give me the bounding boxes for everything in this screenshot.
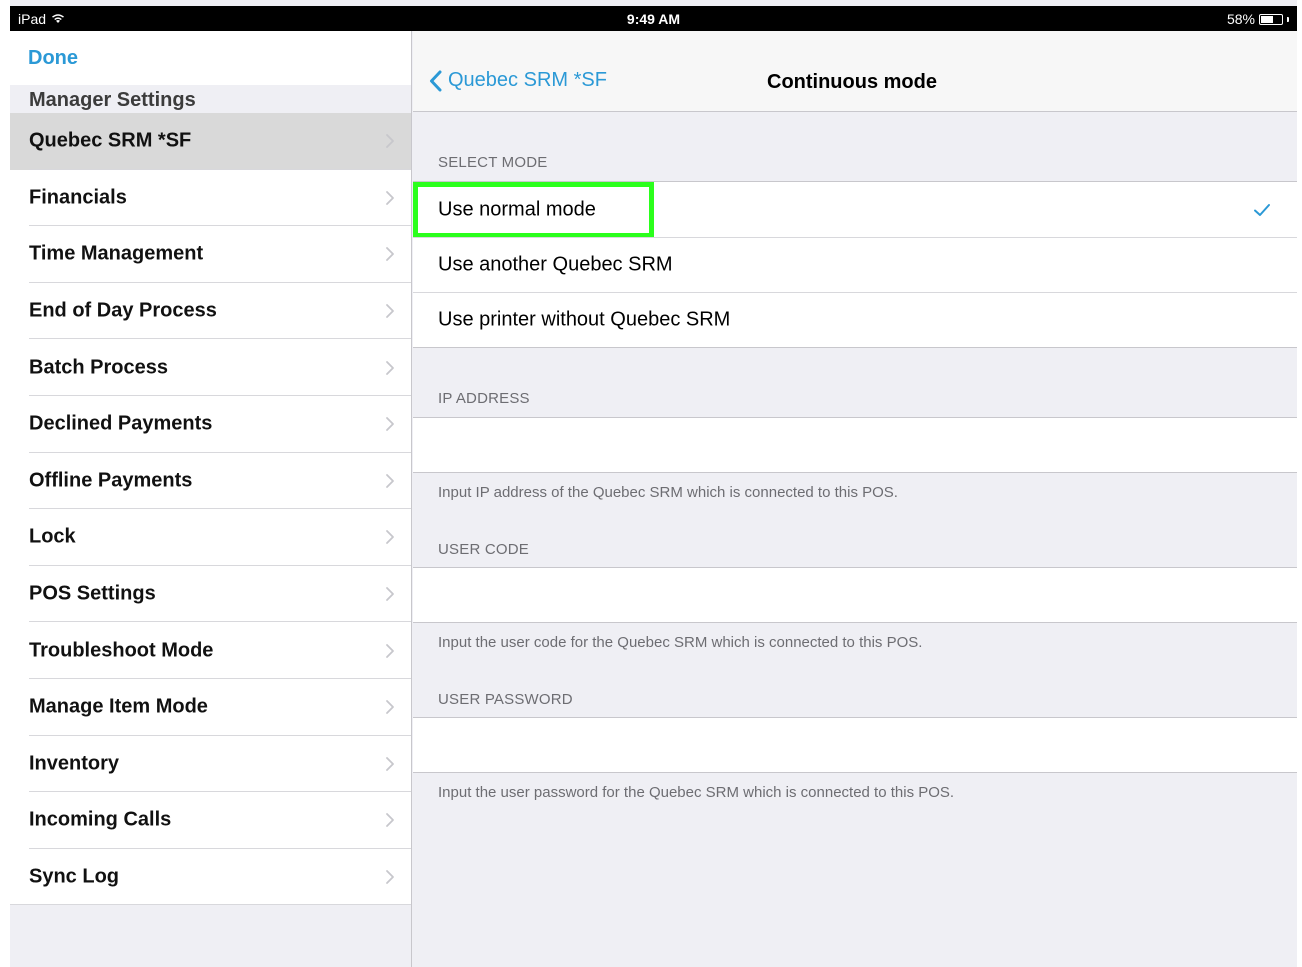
battery-tip (1287, 16, 1289, 22)
sidebar-item-label: Manage Item Mode (29, 695, 208, 718)
ip-address-row (413, 417, 1297, 473)
sidebar-item[interactable]: Sync Log (10, 848, 411, 906)
mode-option-label: Use another Quebec SRM (438, 253, 673, 276)
detail-pane: Quebec SRM *SF Continuous mode SELECT MO… (413, 31, 1297, 967)
sidebar-item-label: End of Day Process (29, 299, 217, 322)
sidebar-item[interactable]: Inventory (10, 735, 411, 793)
sidebar-item[interactable]: End of Day Process (10, 282, 411, 340)
sidebar-item-label: Troubleshoot Mode (29, 639, 214, 662)
sidebar-item[interactable]: Troubleshoot Mode (10, 622, 411, 679)
user-code-row (413, 567, 1297, 623)
chevron-right-icon (386, 530, 394, 545)
sidebar-toolbar: Done (10, 31, 411, 86)
status-bar: iPad 9:49 AM 58% (10, 6, 1297, 31)
navigation-bar: Quebec SRM *SF Continuous mode (413, 31, 1297, 112)
sidebar-item-label: Financials (29, 186, 127, 209)
sidebar-item-label: Declined Payments (29, 412, 213, 435)
user-password-footer: Input the user password for the Quebec S… (438, 784, 955, 801)
chevron-right-icon (386, 417, 394, 432)
chevron-right-icon (386, 304, 394, 318)
chevron-right-icon (386, 473, 394, 488)
ipad-screen: iPad 9:49 AM 58% Done Manager Settings Q… (10, 0, 1297, 967)
back-button-label: Quebec SRM *SF (448, 69, 607, 91)
ip-address-footer: Input IP address of the Quebec SRM which… (438, 484, 898, 501)
sidebar-item-label: Inventory (29, 752, 120, 775)
sidebar-item[interactable]: Lock (10, 509, 411, 566)
chevron-right-icon (386, 190, 394, 205)
sidebar-item-label: Incoming Calls (29, 808, 172, 831)
sidebar-item[interactable]: Batch Process (10, 339, 411, 396)
checkmark-icon (1254, 203, 1270, 216)
page-title: Continuous mode (767, 71, 937, 93)
status-right: 58% (1227, 11, 1289, 27)
mode-option-row[interactable]: Use printer without Quebec SRM (413, 292, 1297, 347)
sidebar-item-label: Batch Process (29, 356, 168, 379)
chevron-right-icon (386, 756, 394, 771)
chevron-right-icon (386, 870, 394, 884)
sidebar-item[interactable]: Time Management (10, 226, 411, 283)
ip-address-header: IP ADDRESS (438, 390, 530, 407)
back-button[interactable]: Quebec SRM *SF (429, 69, 607, 92)
battery-icon (1259, 13, 1283, 25)
chevron-left-icon (430, 70, 442, 91)
sidebar-section-header: Manager Settings (10, 85, 411, 113)
user-code-input[interactable] (413, 568, 1297, 622)
mode-option-label: Use printer without Quebec SRM (438, 308, 731, 331)
sidebar-item[interactable]: POS Settings (10, 565, 411, 623)
sidebar-item[interactable]: Financials (10, 169, 411, 227)
mode-options-group: Use normal mode Use another Quebec SRM Use… (413, 181, 1297, 348)
chevron-right-icon (386, 643, 394, 658)
chevron-right-icon (386, 134, 394, 149)
user-code-footer: Input the user code for the Quebec SRM w… (438, 634, 923, 651)
chevron-right-icon (386, 360, 394, 375)
sidebar-item[interactable]: Declined Payments (10, 395, 411, 453)
mode-option-row[interactable]: Use another Quebec SRM (413, 237, 1297, 292)
ip-address-input[interactable] (413, 418, 1297, 472)
sidebar-item[interactable]: Incoming Calls (10, 792, 411, 849)
sidebar-item-label: Lock (29, 525, 76, 548)
sidebar-item[interactable]: Manage Item Mode (10, 678, 411, 736)
sidebar-item-label: Sync Log (29, 865, 120, 888)
select-mode-header: SELECT MODE (438, 154, 548, 171)
chevron-right-icon (386, 247, 394, 262)
user-password-header: USER PASSWORD (438, 691, 573, 708)
settings-sidebar: Done Manager Settings Quebec SRM *SF Fina… (10, 31, 412, 967)
mode-option-label: Use normal mode (438, 198, 596, 220)
chevron-right-icon (386, 700, 394, 715)
user-code-header: USER CODE (438, 541, 529, 558)
user-password-input[interactable] (413, 718, 1297, 772)
chevron-right-icon (386, 587, 394, 601)
sidebar-item-label: Quebec SRM *SF (29, 129, 192, 152)
clock: 9:49 AM (626, 11, 681, 27)
sidebar-item[interactable]: Offline Payments (10, 452, 411, 510)
sidebar-item-label: POS Settings (29, 582, 156, 605)
done-button[interactable]: Done (28, 47, 78, 70)
battery-percent: 58% (1226, 11, 1255, 27)
user-password-row (413, 717, 1297, 773)
sidebar-item-label: Time Management (29, 242, 204, 265)
mode-option-row[interactable]: Use normal mode (413, 182, 1297, 238)
sidebar-item[interactable]: Quebec SRM *SF (10, 113, 411, 170)
sidebar-list: Quebec SRM *SF Financials Time Management E… (10, 113, 411, 906)
sidebar-item-label: Offline Payments (29, 469, 193, 492)
sidebar-section-title: Manager Settings (29, 89, 196, 111)
chevron-right-icon (386, 813, 394, 828)
